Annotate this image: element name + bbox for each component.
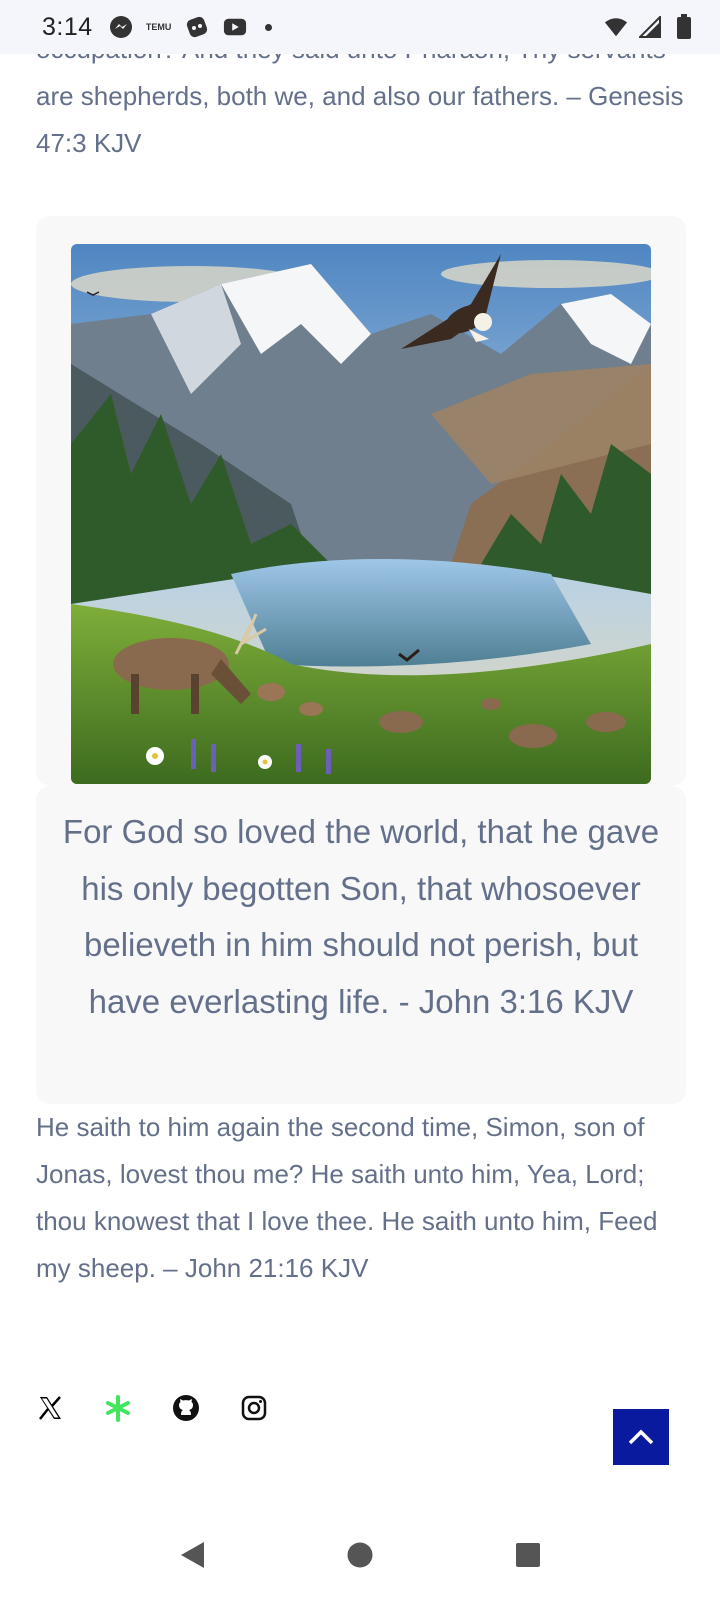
system-nav-bar bbox=[0, 1515, 720, 1600]
scroll-to-top-button[interactable] bbox=[613, 1409, 669, 1465]
status-icons-left: TEMU bbox=[109, 15, 272, 39]
linktree-icon[interactable] bbox=[104, 1394, 132, 1422]
bottom-paragraph: He saith to him again the second time, S… bbox=[36, 1112, 658, 1283]
github-icon[interactable] bbox=[172, 1394, 200, 1422]
recents-icon[interactable] bbox=[514, 1541, 542, 1574]
image-card bbox=[36, 216, 686, 786]
home-icon[interactable] bbox=[346, 1541, 374, 1574]
featured-verse-text: For God so loved the world, that he gave… bbox=[62, 813, 660, 1020]
wifi-icon bbox=[604, 15, 628, 39]
instagram-icon[interactable] bbox=[240, 1394, 268, 1422]
battery-icon bbox=[672, 14, 696, 39]
messenger-icon bbox=[109, 15, 133, 39]
social-links bbox=[36, 1394, 268, 1422]
chevron-up-icon bbox=[628, 1429, 654, 1445]
status-bar: 3:14 TEMU bbox=[0, 0, 720, 54]
landscape-image bbox=[71, 244, 651, 784]
status-time: 3:14 bbox=[42, 12, 93, 41]
youtube-icon bbox=[223, 15, 247, 39]
notification-dot bbox=[264, 23, 272, 31]
cellular-signal-icon bbox=[638, 15, 662, 39]
x-icon[interactable] bbox=[36, 1394, 64, 1422]
status-icons-right bbox=[604, 14, 696, 39]
featured-verse-card: For God so loved the world, that he gave… bbox=[36, 786, 686, 1104]
temu-icon: TEMU bbox=[145, 21, 172, 32]
back-icon[interactable] bbox=[178, 1540, 206, 1575]
game-controller-icon bbox=[185, 15, 209, 39]
